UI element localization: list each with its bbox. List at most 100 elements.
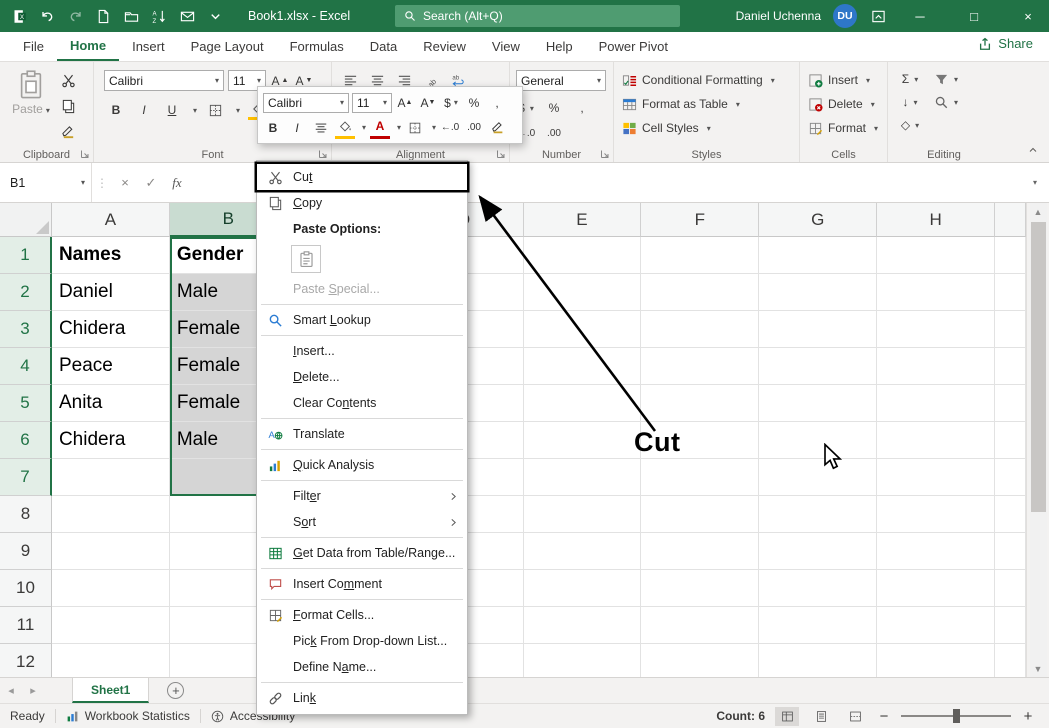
menu-item-link[interactable]: Link bbox=[257, 685, 467, 711]
menu-item-insert-comment[interactable]: Insert Comment bbox=[257, 571, 467, 597]
cell-F3[interactable] bbox=[641, 311, 759, 348]
tab-power-pivot[interactable]: Power Pivot bbox=[586, 32, 681, 61]
cell-H7[interactable] bbox=[877, 459, 995, 496]
sheet-nav-right-icon[interactable]: ▸ bbox=[22, 684, 44, 697]
collapse-ribbon-icon[interactable] bbox=[1027, 144, 1039, 156]
cell-A3[interactable]: Chidera bbox=[52, 311, 170, 348]
cell-F8[interactable] bbox=[641, 496, 759, 533]
paste-option-button[interactable] bbox=[291, 245, 321, 273]
excel-logo-icon[interactable]: X bbox=[10, 7, 28, 25]
tab-page-layout[interactable]: Page Layout bbox=[178, 32, 277, 61]
row-header-8[interactable]: 8 bbox=[0, 496, 52, 533]
cell-H12[interactable] bbox=[877, 644, 995, 677]
tab-data[interactable]: Data bbox=[357, 32, 410, 61]
close-button[interactable]: × bbox=[1007, 0, 1049, 32]
menu-item-get-data-from-table-range[interactable]: Get Data from Table/Range... bbox=[257, 540, 467, 566]
format-as-table-button[interactable]: Format as Table▾ bbox=[622, 93, 799, 115]
underline-button[interactable]: U bbox=[162, 100, 182, 120]
mini-percent-button[interactable]: % bbox=[464, 92, 484, 114]
cell-A8[interactable] bbox=[52, 496, 170, 533]
cell-A9[interactable] bbox=[52, 533, 170, 570]
menu-item-define-name[interactable]: Define Name... bbox=[257, 654, 467, 680]
cell-A12[interactable] bbox=[52, 644, 170, 677]
cell-E12[interactable] bbox=[524, 644, 642, 677]
mini-fill-color-button[interactable] bbox=[335, 117, 355, 139]
menu-item-pick-from-drop-down-list[interactable]: Pick From Drop-down List... bbox=[257, 628, 467, 654]
cell-E9[interactable] bbox=[524, 533, 642, 570]
search-box[interactable]: Search (Alt+Q) bbox=[395, 5, 680, 27]
find-select-button[interactable]: ▾ bbox=[934, 92, 958, 112]
row-header-2[interactable]: 2 bbox=[0, 274, 52, 311]
zoom-slider[interactable] bbox=[901, 715, 1011, 717]
tab-help[interactable]: Help bbox=[533, 32, 586, 61]
page-layout-view-button[interactable] bbox=[809, 707, 833, 726]
cut-button[interactable] bbox=[58, 70, 78, 90]
cell-A11[interactable] bbox=[52, 607, 170, 644]
mini-increase-decimal-button[interactable]: ←.0 bbox=[440, 117, 460, 139]
minimize-button[interactable]: ─ bbox=[899, 0, 941, 32]
format-cells-button[interactable]: Format▾ bbox=[808, 117, 887, 139]
enter-icon[interactable]: ✓ bbox=[138, 163, 164, 202]
cell-G12[interactable] bbox=[759, 644, 877, 677]
cell-G10[interactable] bbox=[759, 570, 877, 607]
vertical-scroll-track[interactable] bbox=[1030, 220, 1047, 660]
tab-formulas[interactable]: Formulas bbox=[277, 32, 357, 61]
sort-az-icon[interactable]: AZ bbox=[150, 7, 168, 25]
cell-G4[interactable] bbox=[759, 348, 877, 385]
sort-filter-button[interactable]: ▾ bbox=[934, 69, 958, 89]
mini-align-center-button[interactable] bbox=[311, 117, 331, 139]
sheet-tab-sheet1[interactable]: Sheet1 bbox=[72, 678, 149, 703]
font-dialog-launcher-icon[interactable] bbox=[318, 149, 328, 159]
cell-E6[interactable] bbox=[524, 422, 642, 459]
email-icon[interactable] bbox=[178, 7, 196, 25]
vertical-scrollbar-thumb[interactable] bbox=[1031, 222, 1046, 512]
cancel-icon[interactable]: × bbox=[112, 163, 138, 202]
cell-A10[interactable] bbox=[52, 570, 170, 607]
cell-H10[interactable] bbox=[877, 570, 995, 607]
row-header-9[interactable]: 9 bbox=[0, 533, 52, 570]
column-header-G[interactable]: G bbox=[759, 203, 877, 237]
mini-format-painter-button[interactable] bbox=[488, 117, 508, 139]
row-header-1[interactable]: 1 bbox=[0, 237, 52, 274]
row-header-6[interactable]: 6 bbox=[0, 422, 52, 459]
cell-F2[interactable] bbox=[641, 274, 759, 311]
tab-review[interactable]: Review bbox=[410, 32, 479, 61]
menu-item-quick-analysis[interactable]: Quick Analysis bbox=[257, 452, 467, 478]
italic-button[interactable]: I bbox=[134, 100, 154, 120]
sheet-nav-left-icon[interactable]: ◂ bbox=[0, 684, 22, 697]
cell-G3[interactable] bbox=[759, 311, 877, 348]
column-header-A[interactable]: A bbox=[52, 203, 170, 237]
cell-E4[interactable] bbox=[524, 348, 642, 385]
cell-H9[interactable] bbox=[877, 533, 995, 570]
mini-accounting-button[interactable]: $▾ bbox=[441, 92, 461, 114]
delete-cells-button[interactable]: Delete▾ bbox=[808, 93, 887, 115]
insert-function-icon[interactable]: fx bbox=[164, 163, 190, 202]
cell-E2[interactable] bbox=[524, 274, 642, 311]
cell-E8[interactable] bbox=[524, 496, 642, 533]
tab-file[interactable]: File bbox=[10, 32, 57, 61]
paste-button[interactable]: Paste▾ bbox=[8, 70, 54, 116]
cell-E3[interactable] bbox=[524, 311, 642, 348]
cell-F1[interactable] bbox=[641, 237, 759, 274]
cell-F7[interactable] bbox=[641, 459, 759, 496]
undo-icon[interactable] bbox=[38, 7, 56, 25]
zoom-out-button[interactable]: − bbox=[877, 708, 891, 725]
font-name-select[interactable]: Calibri▾ bbox=[104, 70, 224, 91]
number-format-select[interactable]: General▾ bbox=[516, 70, 606, 91]
row-header-5[interactable]: 5 bbox=[0, 385, 52, 422]
row-header-12[interactable]: 12 bbox=[0, 644, 52, 677]
menu-item-copy[interactable]: Copy bbox=[257, 190, 467, 216]
cell-H1[interactable] bbox=[877, 237, 995, 274]
cell-H4[interactable] bbox=[877, 348, 995, 385]
tab-home[interactable]: Home bbox=[57, 32, 119, 61]
open-file-icon[interactable] bbox=[122, 7, 140, 25]
menu-item-cut[interactable]: Cut bbox=[257, 164, 467, 190]
percent-style-button[interactable]: % bbox=[544, 98, 564, 118]
cell-G8[interactable] bbox=[759, 496, 877, 533]
page-break-view-button[interactable] bbox=[843, 707, 867, 726]
avatar[interactable]: DU bbox=[833, 4, 857, 28]
cell-G2[interactable] bbox=[759, 274, 877, 311]
customize-toolbar-chevron-icon[interactable] bbox=[206, 7, 224, 25]
mini-grow-font-button[interactable]: A▲ bbox=[395, 92, 415, 114]
cell-F9[interactable] bbox=[641, 533, 759, 570]
